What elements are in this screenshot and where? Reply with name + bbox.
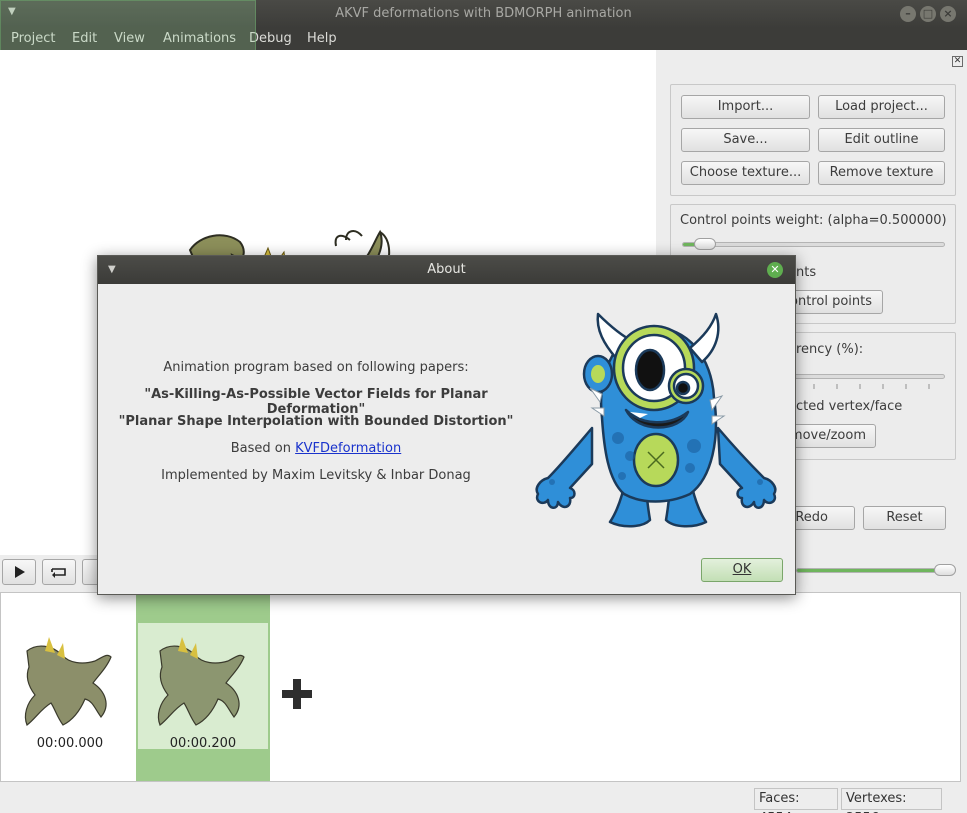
animation-slider[interactable] xyxy=(796,568,956,573)
kvfdeformation-link[interactable]: KVFDeformation xyxy=(295,441,401,456)
status-bar: Faces: 4554 Vertexes: 2556 xyxy=(0,785,967,813)
save-button[interactable]: Save... xyxy=(681,128,810,152)
keyframe-0[interactable]: 00:00.000 xyxy=(3,593,137,781)
points-label-partial: nts xyxy=(796,265,817,280)
import-button[interactable]: Import... xyxy=(681,95,810,119)
reset-button[interactable]: Reset xyxy=(863,506,946,530)
keyframe-1[interactable]: 00:00.200 xyxy=(136,593,270,781)
about-dialog: About ▼ ✕ Animation program based on fol… xyxy=(97,255,796,595)
animation-slider-fill xyxy=(797,569,946,572)
ok-button[interactable]: OK xyxy=(701,558,783,582)
load-project-button[interactable]: Load project... xyxy=(818,95,945,119)
dialog-menu-icon[interactable]: ▼ xyxy=(108,264,116,275)
animation-slider-handle[interactable] xyxy=(934,564,956,576)
faces-count: Faces: 4554 xyxy=(754,788,838,813)
edit-outline-button[interactable]: Edit outline xyxy=(818,128,945,152)
loop-button[interactable] xyxy=(42,559,76,585)
plus-icon[interactable] xyxy=(282,679,312,709)
ok-label: OK xyxy=(732,562,752,577)
about-implemented-by: Implemented by Maxim Levitsky & Inbar Do… xyxy=(161,468,471,483)
timeline-strip: 00:00.000 00:00.200 xyxy=(0,592,961,782)
loop-icon xyxy=(51,568,66,578)
choose-texture-button[interactable]: Choose texture... xyxy=(681,161,810,185)
about-paper-2: "Planar Shape Interpolation with Bounded… xyxy=(118,414,514,429)
menu-help[interactable]: Help xyxy=(307,31,337,46)
keyframe-time: 00:00.000 xyxy=(36,736,104,751)
control-weight-slider[interactable] xyxy=(682,242,945,247)
vertexes-count: Vertexes: 2556 xyxy=(841,788,942,813)
transparency-label-partial: rency (%): xyxy=(796,342,864,357)
play-icon xyxy=(15,566,25,578)
about-based-on: Based on KVFDeformation xyxy=(98,441,534,456)
monster-mascot xyxy=(535,312,777,528)
keyframe-time: 00:00.200 xyxy=(169,736,237,751)
remove-texture-button[interactable]: Remove texture xyxy=(818,161,945,185)
control-weight-handle[interactable] xyxy=(694,238,717,250)
keyframe-thumbnail xyxy=(7,621,133,749)
dock-close-icon[interactable]: ✕ xyxy=(952,56,963,67)
move-zoom-button[interactable]: move/zoom xyxy=(782,424,876,448)
control-points-button[interactable]: ontrol points xyxy=(782,290,883,314)
about-based-on-prefix: Based on xyxy=(230,441,291,456)
transparency-ticks xyxy=(813,384,930,389)
about-intro: Animation program based on following pap… xyxy=(163,360,469,375)
selected-vertex-label-partial: cted vertex/face xyxy=(796,399,903,414)
play-button[interactable] xyxy=(2,559,36,585)
about-paper-1: "As-Killing-As-Possible Vector Fields fo… xyxy=(144,387,488,417)
keyframe-thumbnail xyxy=(157,637,245,726)
about-title: About xyxy=(98,256,795,284)
minimize-icon[interactable]: – xyxy=(900,6,916,22)
close-icon[interactable]: × xyxy=(940,6,956,22)
control-weight-label: Control points weight: (alpha=0.500000) xyxy=(680,213,947,228)
dialog-close-icon[interactable]: ✕ xyxy=(767,262,783,278)
maximize-icon[interactable]: □ xyxy=(920,6,936,22)
